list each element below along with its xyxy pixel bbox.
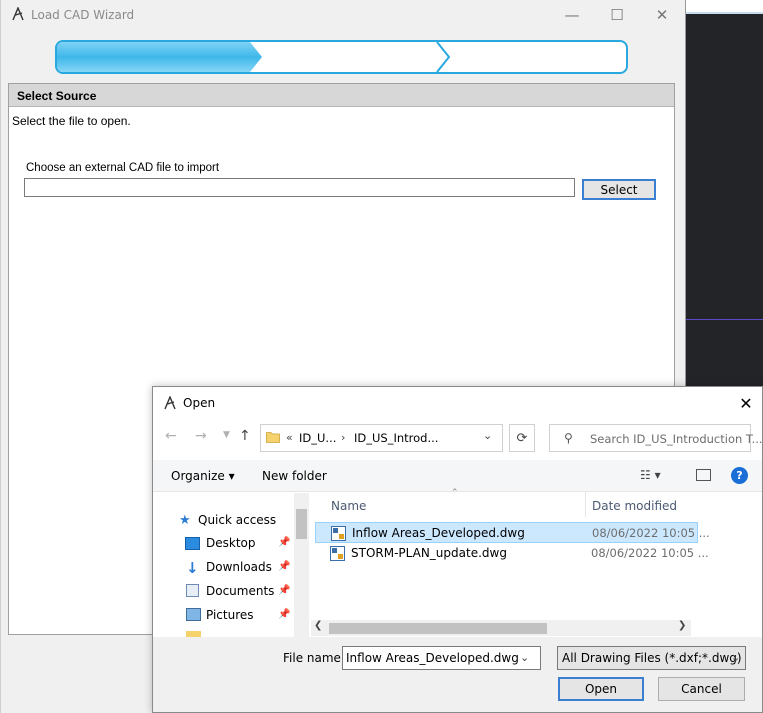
cancel-button[interactable]: Cancel <box>658 677 745 701</box>
wizard-title: Load CAD Wizard <box>31 8 135 22</box>
file-row-selected[interactable]: Inflow Areas_Developed.dwg 08/06/2022 10… <box>315 522 710 543</box>
file-name: STORM-PLAN_update.dwg <box>351 546 507 560</box>
file-name-label: File name: <box>283 651 345 665</box>
refresh-icon[interactable]: ⟳ <box>509 424 535 452</box>
close-button[interactable]: ✕ <box>639 0 685 30</box>
address-bar[interactable]: « ID_U... › ID_US_Introd... ⌄ <box>260 424 503 452</box>
panel-description: Select the file to open. <box>12 114 131 128</box>
new-folder-button[interactable]: New folder <box>262 469 327 483</box>
scroll-left-icon[interactable]: ❮ <box>314 620 322 631</box>
dialog-title: Open <box>183 396 216 410</box>
navigation-pane: ★ Quick access Desktop 📌 ↓ Downloads 📌 D… <box>153 493 311 637</box>
progress-fill <box>57 42 262 72</box>
background-divider <box>686 12 763 14</box>
chevron-down-icon[interactable]: ⌄ <box>731 651 740 664</box>
minimize-button[interactable]: — <box>549 0 595 30</box>
file-type-filter-value: All Drawing Files (*.dxf;*.dwg) <box>562 651 742 665</box>
pin-icon[interactable]: 📌 <box>278 609 290 620</box>
progress-steps <box>57 42 451 72</box>
breadcrumb-item[interactable]: ID_US_Introd... <box>354 431 438 445</box>
file-type-filter-select[interactable]: All Drawing Files (*.dxf;*.dwg) ⌄ <box>557 646 746 670</box>
nav-item-pictures[interactable]: Pictures <box>206 608 254 622</box>
nav-item-desktop[interactable]: Desktop <box>206 536 256 550</box>
file-date: 08/06/2022 10:05 ... <box>591 546 709 560</box>
breadcrumb-item[interactable]: ID_U... <box>299 431 336 445</box>
forward-arrow-icon[interactable]: → <box>195 428 207 444</box>
file-date: 08/06/2022 10:05 ... <box>592 526 710 540</box>
nav-item-quick-access[interactable]: Quick access <box>198 513 276 527</box>
dialog-footer: File name: Inflow Areas_Developed.dwg ⌄ … <box>153 637 762 712</box>
search-icon: ⚲ <box>564 431 573 445</box>
background-line <box>686 319 763 320</box>
choose-file-label: Choose an external CAD file to import <box>26 162 220 174</box>
column-divider[interactable] <box>585 491 586 517</box>
chevron-down-icon[interactable]: ⌄ <box>483 429 492 442</box>
pin-icon[interactable]: 📌 <box>278 585 290 596</box>
app-logo-icon <box>12 7 24 21</box>
file-name-value: Inflow Areas_Developed.dwg <box>346 651 519 665</box>
chevron-down-icon[interactable]: ⌄ <box>520 651 529 664</box>
select-file-button[interactable]: Select <box>582 179 656 200</box>
dialog-logo-icon <box>164 396 176 410</box>
organize-menu-button[interactable]: Organize ▾ <box>171 469 235 483</box>
file-row[interactable]: STORM-PLAN_update.dwg 08/06/2022 10:05 .… <box>315 543 709 564</box>
open-file-dialog: Open ✕ ← → ▼ ↑ « ID_U... › ID_US_Introd.… <box>152 386 763 713</box>
column-name-header[interactable]: Name <box>331 499 366 513</box>
wizard-progress-bar <box>55 40 628 74</box>
breadcrumb-overflow[interactable]: « <box>286 431 293 444</box>
sort-ascending-icon: ⌃ <box>451 488 459 498</box>
search-placeholder: Search ID_US_Introduction T... <box>590 432 763 446</box>
file-list-header: ⌃ Name Date modified <box>315 488 762 519</box>
nav-item-downloads[interactable]: Downloads <box>206 560 272 574</box>
horizontal-scroll-thumb[interactable] <box>329 623 547 634</box>
picture-icon <box>186 608 201 621</box>
dwg-file-icon <box>330 546 345 561</box>
panel-title: Select Source <box>17 89 97 103</box>
column-date-header[interactable]: Date modified <box>592 499 677 513</box>
up-arrow-icon[interactable]: ↑ <box>239 428 251 444</box>
desktop-icon <box>185 537 200 550</box>
change-view-button[interactable]: ☷ ▾ <box>640 468 661 482</box>
open-button[interactable]: Open <box>558 677 644 701</box>
nav-item-documents[interactable]: Documents <box>206 584 274 598</box>
star-icon: ★ <box>179 513 191 528</box>
nav-pane-scroll-thumb[interactable] <box>296 509 307 539</box>
maximize-button[interactable]: ☐ <box>594 0 640 30</box>
scroll-right-icon[interactable]: ❯ <box>678 620 686 631</box>
preview-pane-icon[interactable] <box>696 469 711 481</box>
recent-locations-chevron-icon[interactable]: ▼ <box>223 430 230 440</box>
pin-icon[interactable]: 📌 <box>278 537 290 548</box>
cad-file-path-input[interactable] <box>24 178 575 197</box>
step-divider <box>436 42 451 72</box>
file-name-input[interactable]: Inflow Areas_Developed.dwg ⌄ <box>342 646 541 670</box>
breadcrumb-separator[interactable]: › <box>341 431 345 444</box>
panel-header: Select Source <box>9 84 674 107</box>
folder-icon <box>266 432 280 443</box>
back-arrow-icon[interactable]: ← <box>165 428 177 444</box>
search-box[interactable]: ⚲ Search ID_US_Introduction T... <box>549 424 763 452</box>
background-app-strip <box>686 0 763 12</box>
file-name: Inflow Areas_Developed.dwg <box>352 526 525 540</box>
download-icon: ↓ <box>186 559 199 577</box>
help-icon[interactable]: ? <box>731 467 748 484</box>
pin-icon[interactable]: 📌 <box>278 561 290 572</box>
document-icon <box>186 584 199 597</box>
dialog-close-button[interactable]: ✕ <box>731 389 761 417</box>
dwg-file-icon <box>331 526 346 541</box>
